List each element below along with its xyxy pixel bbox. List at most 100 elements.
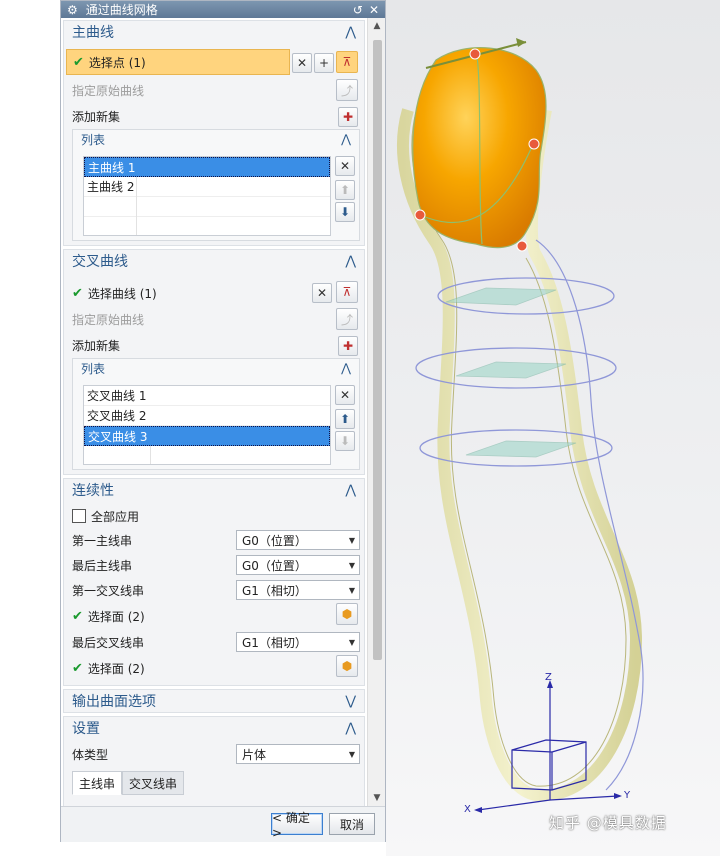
- specify-original-row: 指定原始曲线: [72, 308, 144, 330]
- scroll-thumb[interactable]: [373, 40, 382, 660]
- list-item[interactable]: 交叉曲线 2: [84, 406, 330, 426]
- settings-tabs: 主线串 交叉线串: [72, 771, 185, 795]
- apply-all-label: 全部应用: [91, 509, 140, 524]
- chevron-up-icon[interactable]: ⋀: [341, 361, 351, 375]
- list-item[interactable]: 交叉曲线 1: [84, 386, 330, 406]
- model-canvas: [397, 38, 644, 813]
- point-dialog-icon[interactable]: +: [314, 53, 334, 73]
- dialog-title: 通过曲线网格: [85, 3, 158, 17]
- move-down-icon[interactable]: ⬇: [335, 431, 355, 451]
- output-options-header[interactable]: 输出曲面选项 ⋁: [64, 690, 364, 712]
- reset-icon[interactable]: ↺: [353, 3, 363, 17]
- checkmark-icon: ✔: [73, 54, 84, 70]
- move-down-icon[interactable]: ⬇: [335, 202, 355, 222]
- move-up-icon[interactable]: ⬆: [335, 180, 355, 200]
- gear-icon[interactable]: ⚙: [67, 3, 78, 17]
- original-curve-icon[interactable]: ⤴: [336, 308, 358, 330]
- chevron-up-icon[interactable]: ⋀: [345, 483, 356, 498]
- add-new-set-row: 添加新集: [72, 334, 120, 356]
- list-item[interactable]: 主曲线 1: [84, 157, 330, 177]
- first-primary-select[interactable]: G0（位置） ▼: [236, 530, 360, 550]
- settings-section: 设置 ⋀ 体类型 片体 ▼ 主线串 交叉线串: [63, 716, 365, 806]
- handle-point-top: [469, 48, 481, 60]
- apply-all-checkbox[interactable]: [72, 509, 86, 523]
- primary-curves-section: 主曲线 ⋀ ✔ 选择点 (1) ✕ + ⊼ 指定原始曲线 ⤴ 添加新集 ✚ 列表…: [63, 20, 365, 246]
- cross-curve-list[interactable]: 交叉曲线 1 交叉曲线 2 交叉曲线 3: [83, 385, 331, 465]
- last-cross-select[interactable]: G1（相切） ▼: [236, 632, 360, 652]
- chevron-up-icon[interactable]: ⋀: [345, 25, 356, 40]
- continuity-title: 连续性: [72, 483, 114, 499]
- body-type-select[interactable]: 片体 ▼: [236, 744, 360, 764]
- deselect-icon[interactable]: ✕: [312, 283, 332, 303]
- axis-z-label: Z: [545, 672, 552, 683]
- add-new-set-row: 添加新集: [72, 105, 120, 127]
- list-item-empty: [84, 197, 330, 217]
- primary-curves-header[interactable]: 主曲线 ⋀: [64, 21, 364, 43]
- ok-button[interactable]: < 确定 >: [271, 811, 323, 840]
- chevron-up-icon[interactable]: ⋀: [345, 254, 356, 269]
- list-item[interactable]: 主曲线 2: [84, 177, 330, 197]
- section-plane-3: [465, 440, 577, 458]
- first-cross-select[interactable]: G1（相切） ▼: [236, 580, 360, 600]
- last-primary-label: 最后主线串: [72, 558, 133, 573]
- apply-all-row[interactable]: 全部应用: [72, 505, 139, 527]
- section-plane-1: [445, 287, 557, 306]
- dropdown-arrow-icon: ▼: [348, 585, 355, 595]
- chevron-up-icon[interactable]: ⋀: [341, 132, 351, 146]
- body-type-label: 体类型: [72, 747, 109, 762]
- dialog-scrollbar[interactable]: ▲ ▼: [367, 18, 385, 806]
- select-curve-row[interactable]: ✔ 选择曲线 (1): [72, 282, 157, 304]
- primary-list-panel: 列表 ⋀ 主曲线 1 主曲线 2 ✕ ⬆ ⬇: [72, 129, 360, 241]
- tab-primary-string[interactable]: 主线串: [72, 771, 123, 795]
- face-cube-icon[interactable]: ⬢: [336, 603, 358, 625]
- primary-list-header[interactable]: 列表 ⋀: [73, 130, 359, 148]
- dropdown-arrow-icon: ▼: [348, 560, 355, 570]
- cross-curves-header[interactable]: 交叉曲线 ⋀: [64, 250, 364, 272]
- select-face-2-label: 选择面 (2): [87, 661, 145, 676]
- close-icon[interactable]: ✕: [369, 3, 379, 17]
- last-cross-label: 最后交叉线串: [72, 635, 145, 650]
- cancel-button[interactable]: 取消: [329, 813, 375, 835]
- scroll-up-icon[interactable]: ▲: [368, 18, 386, 34]
- list-item[interactable]: 交叉曲线 3: [84, 426, 330, 446]
- curve-rule-icon[interactable]: ⊼: [336, 51, 358, 73]
- curve-rule-icon[interactable]: ⊼: [336, 281, 358, 303]
- cross-list-panel: 列表 ⋀ 交叉曲线 1 交叉曲线 2 交叉曲线 3 ✕ ⬆ ⬇: [72, 358, 360, 470]
- add-new-set-label: 添加新集: [72, 338, 121, 353]
- cross-list-header[interactable]: 列表 ⋀: [73, 359, 359, 377]
- remove-icon[interactable]: ✕: [335, 156, 355, 176]
- add-new-set-icon[interactable]: ✚: [338, 336, 358, 356]
- dropdown-arrow-icon: ▼: [348, 637, 355, 647]
- select-face-1-label: 选择面 (2): [87, 609, 145, 624]
- select-point-bar[interactable]: ✔ 选择点 (1): [66, 49, 290, 75]
- select-point-label: 选择点 (1): [88, 55, 146, 70]
- original-curve-icon[interactable]: ⤴: [336, 79, 358, 101]
- dropdown-arrow-icon: ▼: [348, 749, 355, 759]
- add-new-set-icon[interactable]: ✚: [338, 107, 358, 127]
- scroll-down-icon[interactable]: ▼: [368, 790, 386, 806]
- specify-original-label: 指定原始曲线: [72, 83, 145, 98]
- first-primary-label: 第一主线串: [72, 533, 133, 548]
- axis-y-label: Y: [624, 790, 631, 801]
- axis-x-label: X: [464, 804, 471, 815]
- last-primary-select[interactable]: G0（位置） ▼: [236, 555, 360, 575]
- body-type-row: 体类型: [72, 743, 108, 765]
- chevron-up-icon[interactable]: ⋀: [345, 721, 356, 736]
- dialog-titlebar[interactable]: ⚙ 通过曲线网格 ↺ ✕: [61, 1, 385, 18]
- select-face-1-row[interactable]: ✔ 选择面 (2): [72, 605, 145, 627]
- settings-header[interactable]: 设置 ⋀: [64, 717, 364, 739]
- primary-list-title: 列表: [81, 132, 106, 147]
- face-cube-icon[interactable]: ⬢: [336, 655, 358, 677]
- chevron-down-icon[interactable]: ⋁: [345, 694, 356, 709]
- remove-icon[interactable]: ✕: [335, 385, 355, 405]
- first-cross-label: 第一交叉线串: [72, 583, 145, 598]
- tab-cross-string[interactable]: 交叉线串: [122, 771, 185, 795]
- graphics-viewport[interactable]: Z X Y 知乎 @模具数据: [386, 0, 720, 856]
- deselect-icon[interactable]: ✕: [292, 53, 312, 73]
- continuity-header[interactable]: 连续性 ⋀: [64, 479, 364, 501]
- select-curve-label: 选择曲线 (1): [87, 286, 157, 301]
- primary-curve-list[interactable]: 主曲线 1 主曲线 2: [83, 156, 331, 236]
- select-face-2-row[interactable]: ✔ 选择面 (2): [72, 657, 145, 679]
- move-up-icon[interactable]: ⬆: [335, 409, 355, 429]
- continuity-section: 连续性 ⋀ 全部应用 第一主线串 G0（位置） ▼ 最后主线串 G0（位置） ▼ 第…: [63, 478, 365, 686]
